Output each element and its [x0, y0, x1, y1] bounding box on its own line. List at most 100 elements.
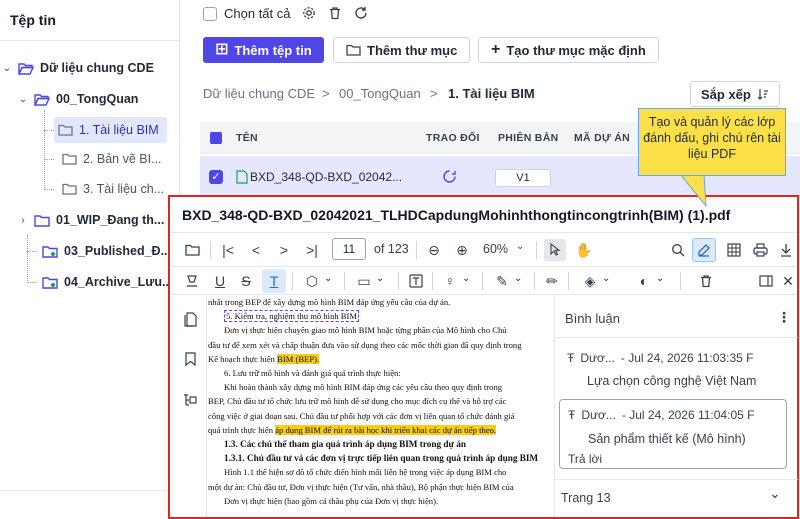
row-checkbox[interactable]: ✓ — [209, 170, 223, 184]
settings-icon[interactable] — [302, 6, 316, 20]
select-cursor-icon[interactable] — [544, 239, 566, 261]
reply-link[interactable]: Trả lời — [568, 452, 602, 466]
sidebar-title: Tệp tin — [10, 12, 56, 28]
stamp-tool-icon[interactable]: ♀ — [440, 271, 460, 291]
version-badge: V1 — [495, 169, 551, 187]
column-header-version[interactable]: PHIÊN BẢN — [498, 132, 558, 144]
highlight-annotation[interactable]: áp dụng BIM để rút ra bài học khi triển … — [275, 424, 497, 435]
document-line: Khi hoàn thành xây dựng mô hình BIM đáp … — [224, 382, 503, 393]
pan-hand-icon[interactable]: ✋ — [574, 240, 594, 260]
chevron-down-icon[interactable]: ⌄ — [0, 63, 14, 74]
ruler-tool-icon[interactable]: ▭ — [354, 271, 374, 291]
highlight-tool-icon[interactable] — [182, 271, 202, 291]
tree-item-root[interactable]: ⌄ Dữ liệu chung CDE — [0, 55, 154, 81]
toolbar-separator — [680, 272, 681, 290]
comments-panel: Bình luận ⋮ Ŧ Dươ... - Jul 24, 2026 11:0… — [554, 295, 798, 517]
next-page-icon[interactable]: > — [274, 240, 294, 260]
tree-item-01-wip[interactable]: › 01_WIP_Đang th... — [16, 207, 164, 233]
grid-view-icon[interactable] — [724, 240, 744, 260]
signature-tool-icon[interactable]: ✎ — [492, 271, 512, 291]
refresh-icon[interactable] — [354, 6, 368, 20]
toolbar-separator — [568, 272, 569, 290]
search-icon[interactable] — [668, 240, 688, 260]
pdf-page-content: nhất trong BEP để xây dựng mô hình BIM đ… — [208, 295, 550, 517]
prev-page-icon[interactable]: < — [246, 240, 266, 260]
column-header-exchange[interactable]: TRAO ĐỔI — [426, 132, 480, 144]
tree-item-tai-lieu-ch[interactable]: 3. Tài liệu ch... — [58, 176, 164, 202]
print-icon[interactable] — [750, 240, 770, 260]
add-file-button[interactable]: ⊞ Thêm tệp tin — [203, 37, 324, 63]
tree-item-03-published[interactable]: 03_Published_Đ... — [38, 238, 171, 264]
pen-tool-icon[interactable]: ✏ — [542, 271, 562, 291]
zoom-out-icon[interactable]: ⊖ — [424, 240, 444, 260]
highlight-annotation[interactable]: BIM (BEP). — [277, 353, 320, 364]
chevron-down-icon[interactable]: ⌄ — [462, 273, 470, 284]
chevron-down-icon[interactable]: ⌄ — [602, 273, 610, 284]
first-page-icon[interactable]: |< — [218, 240, 238, 260]
close-icon[interactable]: ✕ — [778, 271, 798, 291]
folder-icon[interactable] — [182, 240, 202, 260]
file-name[interactable]: BXD_348-QD-BXD_02042... — [250, 170, 402, 184]
chevron-right-icon[interactable]: › — [16, 215, 30, 226]
more-options-icon[interactable]: ⋮ — [777, 309, 791, 326]
zoom-level[interactable]: 60% — [483, 242, 508, 256]
annotate-edit-icon[interactable] — [692, 238, 716, 262]
tree-item-04-archive[interactable]: 04_Archive_Lưu... — [38, 269, 172, 295]
opacity-icon[interactable]: ◐ — [634, 271, 654, 291]
sort-button[interactable]: Sắp xếp — [690, 81, 780, 107]
breadcrumb-item[interactable]: Dữ liệu chung CDE — [203, 86, 315, 101]
comment-header: Ŧ Dươ... - Jul 24, 2026 11:03:35 F — [567, 351, 753, 365]
column-header-project-code[interactable]: MÃ DỰ ÁN — [574, 132, 630, 144]
chevron-down-icon[interactable]: ⌄ — [324, 273, 332, 284]
comment-card-selected[interactable]: Ŧ Dươ... - Jul 24, 2026 11:04:05 F Sản p… — [559, 399, 787, 469]
underline-tool-icon[interactable]: U — [210, 271, 230, 291]
delete-annotation-icon[interactable] — [696, 271, 716, 291]
shapes-tool-icon[interactable]: ⬡ — [302, 271, 322, 291]
chevron-down-icon[interactable]: ⌄ — [516, 241, 524, 252]
text-tool-icon[interactable]: T — [262, 269, 286, 293]
document-line: 5. Kiểm tra, nghiệm thu mô hình BIM — [208, 309, 550, 323]
chevron-down-icon[interactable]: ⌄ — [514, 273, 522, 284]
toolbar-separator — [536, 241, 537, 259]
exchange-icon[interactable] — [442, 169, 457, 184]
column-header-name[interactable]: TÊN — [236, 132, 258, 144]
select-all-checkbox[interactable] — [203, 7, 217, 21]
download-icon[interactable] — [776, 240, 796, 260]
sort-icon — [757, 88, 769, 100]
document-line: công việc ở giai đoạn sau. Chủ đầu tư ph… — [208, 410, 515, 421]
chevron-down-icon[interactable]: ⌄ — [376, 273, 384, 284]
outline-icon[interactable] — [180, 390, 200, 410]
create-default-folders-button[interactable]: + Tạo thư mục mặc định — [478, 37, 659, 63]
bookmark-icon[interactable] — [180, 349, 200, 369]
divider — [555, 337, 798, 338]
sort-label: Sắp xếp — [701, 86, 751, 102]
tree-item-ban-ve[interactable]: 2. Bản vẽ BI... — [58, 146, 162, 172]
side-panel-icon[interactable] — [756, 271, 776, 291]
tree-item-00[interactable]: ⌄ 00_TongQuan — [16, 86, 139, 112]
chevron-down-icon[interactable]: ⌄ — [16, 94, 30, 105]
comment-text: Sản phẩm thiết kế (Mô hình) — [588, 432, 746, 446]
last-page-icon[interactable]: >| — [302, 240, 322, 260]
zoom-in-icon[interactable]: ⊕ — [452, 240, 472, 260]
add-folder-button[interactable]: Thêm thư mục — [333, 37, 471, 63]
thumbnails-icon[interactable] — [180, 309, 200, 329]
chevron-down-icon[interactable]: ⌄ — [769, 485, 781, 502]
strikeout-tool-icon[interactable]: S — [236, 271, 256, 291]
header-checkbox[interactable] — [210, 132, 222, 144]
page-group-label[interactable]: Trang 13 — [561, 491, 611, 505]
trash-icon[interactable] — [328, 6, 342, 20]
breadcrumb-item[interactable]: 00_TongQuan — [339, 86, 421, 101]
comment-card[interactable]: Ŧ Dươ... - Jul 24, 2026 11:03:35 F Lựa c… — [559, 343, 787, 395]
sidebar-divider — [0, 40, 180, 41]
folder-open-icon — [18, 62, 34, 75]
textbox-tool-icon[interactable] — [406, 271, 426, 291]
chevron-down-icon[interactable]: ⌄ — [656, 273, 664, 284]
page-number-input[interactable]: 11 — [332, 238, 366, 260]
boxed-annotation[interactable]: 5. Kiểm tra, nghiệm thu mô hình BIM — [224, 310, 360, 323]
callout-pointer — [679, 174, 707, 208]
folder-open-icon — [34, 93, 50, 106]
tree-item-tai-lieu-bim[interactable]: 1. Tài liệu BIM — [54, 117, 167, 143]
fill-color-icon[interactable]: ◈ — [580, 271, 600, 291]
toolbar-separator — [416, 241, 417, 259]
tree-item-label: 03_Published_Đ... — [64, 244, 171, 258]
